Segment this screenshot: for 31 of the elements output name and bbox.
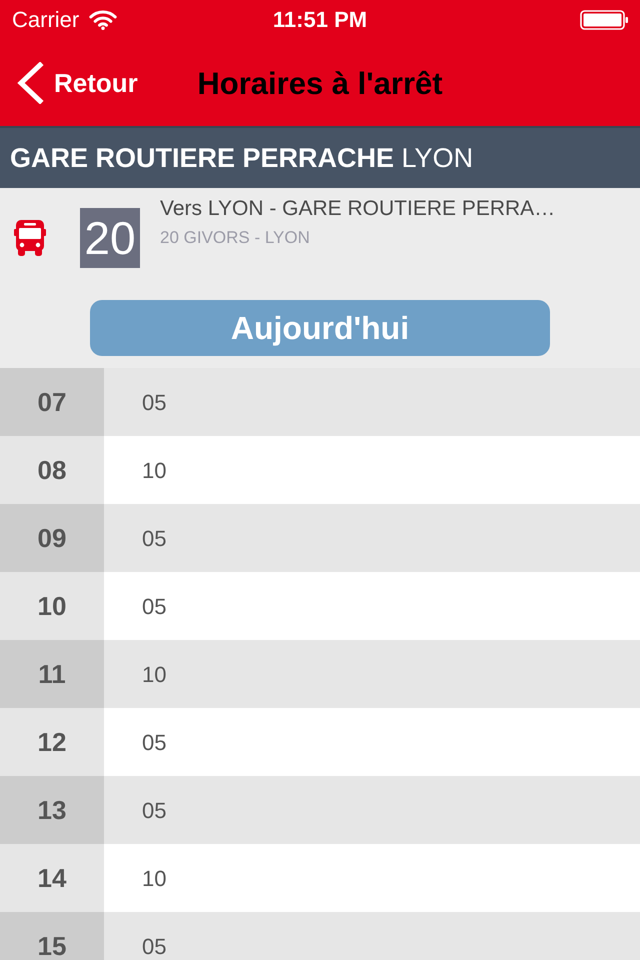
minute-value: 10: [142, 864, 166, 892]
chevron-left-icon: [16, 62, 44, 104]
today-button[interactable]: Aujourd'hui: [90, 300, 550, 356]
hour-cell: 13: [0, 776, 104, 844]
hour-cell: 12: [0, 708, 104, 776]
hour-cell: 08: [0, 436, 104, 504]
minute-value: 10: [142, 660, 166, 688]
stop-name: GARE ROUTIERE PERRACHE LYON: [10, 144, 474, 172]
wifi-icon: [89, 10, 118, 30]
line-name: 20 GIVORS - LYON: [160, 227, 311, 249]
bus-icon: [14, 220, 46, 256]
minute-value: 10: [142, 456, 166, 484]
minute-value: 05: [142, 932, 166, 960]
hour-cell: 10: [0, 572, 104, 640]
minute-value: 05: [142, 524, 166, 552]
back-button[interactable]: Retour: [0, 62, 138, 104]
line-number-badge: 20: [80, 208, 140, 268]
page-title: Horaires à l'arrêt: [196, 68, 444, 98]
minute-value: 05: [142, 388, 166, 416]
hour-cell: 14: [0, 844, 104, 912]
status-time: 11:51 PM: [272, 9, 368, 31]
minute-value: 05: [142, 592, 166, 620]
minute-value: 05: [142, 796, 166, 824]
hour-cell: 11: [0, 640, 104, 708]
line-direction: Vers LYON - GARE ROUTIERE PERRA…: [160, 196, 556, 222]
carrier-label: Carrier: [12, 9, 80, 31]
minute-value: 05: [142, 728, 166, 756]
hour-cell: 07: [0, 368, 104, 436]
hour-cell: 15: [0, 912, 104, 960]
hour-cell: 09: [0, 504, 104, 572]
battery-icon: [580, 10, 628, 30]
